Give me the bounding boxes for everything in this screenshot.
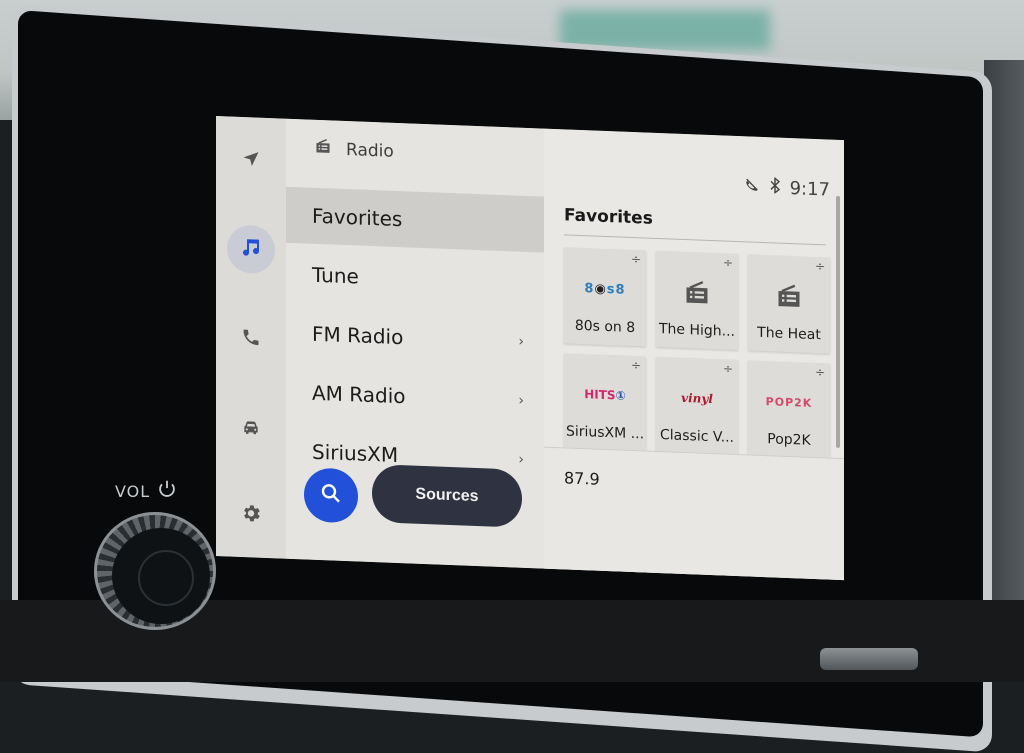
reorder-icon[interactable]: ÷ xyxy=(631,358,641,372)
station-logo-pop2k: POP2K xyxy=(765,394,813,410)
reorder-icon[interactable]: ÷ xyxy=(815,259,825,273)
menu-item-label: AM Radio xyxy=(312,380,406,409)
menu-item-favorites[interactable]: Favorites xyxy=(286,186,544,253)
menu-item-label: Favorites xyxy=(312,203,403,232)
music-note-icon xyxy=(239,235,263,264)
status-bar: 9:17 xyxy=(744,176,830,201)
rail-item-phone[interactable] xyxy=(227,314,275,364)
tile-label: The High... xyxy=(658,321,735,340)
favorite-tile-80s-on-8[interactable]: ÷ 8◉s8 80s on 8 xyxy=(564,247,646,347)
menu-item-am-radio[interactable]: AM Radio › xyxy=(286,364,544,430)
favorites-scrollbar[interactable] xyxy=(836,195,840,448)
tile-label: SiriusXM ... xyxy=(565,423,645,443)
power-icon xyxy=(156,478,178,504)
radio-header: Radio xyxy=(314,138,394,162)
reorder-icon[interactable]: ÷ xyxy=(723,361,733,375)
now-playing-bar[interactable]: 87.9 xyxy=(544,446,844,581)
reorder-icon[interactable]: ÷ xyxy=(815,365,825,379)
gear-icon xyxy=(240,502,262,529)
divider xyxy=(564,234,826,246)
bluetooth-icon xyxy=(770,176,780,198)
reorder-icon[interactable]: ÷ xyxy=(631,252,641,266)
menu-item-label: FM Radio xyxy=(312,321,404,350)
tile-label: The Heat xyxy=(757,324,821,344)
station-logo-siriusxm-hits-1: HITS① xyxy=(584,387,626,403)
favorite-tile-siriusxm-hits-1[interactable]: ÷ HITS① SiriusXM ... xyxy=(564,353,646,453)
now-playing-frequency: 87.9 xyxy=(564,468,600,489)
rail-item-media[interactable] xyxy=(227,224,275,275)
station-logo-classic-vinyl: vinyl xyxy=(681,390,713,407)
hazard-switch[interactable] xyxy=(820,648,918,670)
infotainment-screen: Radio Favorites Tune FM Radio › AM Radio… xyxy=(216,116,844,581)
favorite-tile-the-heat[interactable]: ÷ The Heat xyxy=(748,254,830,354)
navigation-arrow-icon xyxy=(241,149,261,174)
favorite-tile-the-highway[interactable]: ÷ The High... xyxy=(656,250,738,351)
sources-button[interactable]: Sources xyxy=(372,463,522,528)
favorites-panel: 9:17 Favorites ÷ 8◉s8 80s on 8 ÷ The Hig… xyxy=(544,128,844,581)
volume-knob-center xyxy=(138,550,194,606)
reorder-icon[interactable]: ÷ xyxy=(723,255,733,269)
rail-item-settings[interactable] xyxy=(227,490,275,540)
menu-item-label: SiriusXM xyxy=(312,439,399,467)
car-icon xyxy=(240,417,262,442)
menu-item-tune[interactable]: Tune xyxy=(286,246,544,312)
favorite-tile-pop2k[interactable]: ÷ POP2K Pop2K xyxy=(748,360,830,460)
search-icon xyxy=(319,481,343,510)
menu-item-label: Tune xyxy=(312,262,359,289)
radio-icon xyxy=(656,273,738,312)
app-rail xyxy=(216,116,286,559)
phone-icon xyxy=(241,327,261,352)
volume-label-text: VOL xyxy=(115,481,151,501)
rail-item-navigation[interactable] xyxy=(227,136,275,186)
chevron-right-icon: › xyxy=(518,333,524,350)
favorites-heading: Favorites xyxy=(564,205,653,229)
tile-label: Classic V... xyxy=(660,427,734,446)
menu-item-fm-radio[interactable]: FM Radio › xyxy=(286,305,544,371)
radio-title: Radio xyxy=(346,139,394,162)
favorite-tile-classic-vinyl[interactable]: ÷ vinyl Classic V... xyxy=(656,356,738,457)
station-logo-80s-on-8: 8◉s8 xyxy=(584,280,626,298)
volume-label: VOL xyxy=(115,478,178,504)
radio-icon xyxy=(314,138,332,160)
chevron-right-icon: › xyxy=(518,392,524,409)
tile-label: Pop2K xyxy=(767,431,811,449)
rail-item-vehicle[interactable] xyxy=(227,404,275,454)
phone-muted-icon xyxy=(744,176,760,198)
clock: 9:17 xyxy=(789,178,830,201)
radio-icon xyxy=(748,276,830,315)
tile-label: 80s on 8 xyxy=(574,317,636,337)
chevron-right-icon: › xyxy=(518,451,524,468)
